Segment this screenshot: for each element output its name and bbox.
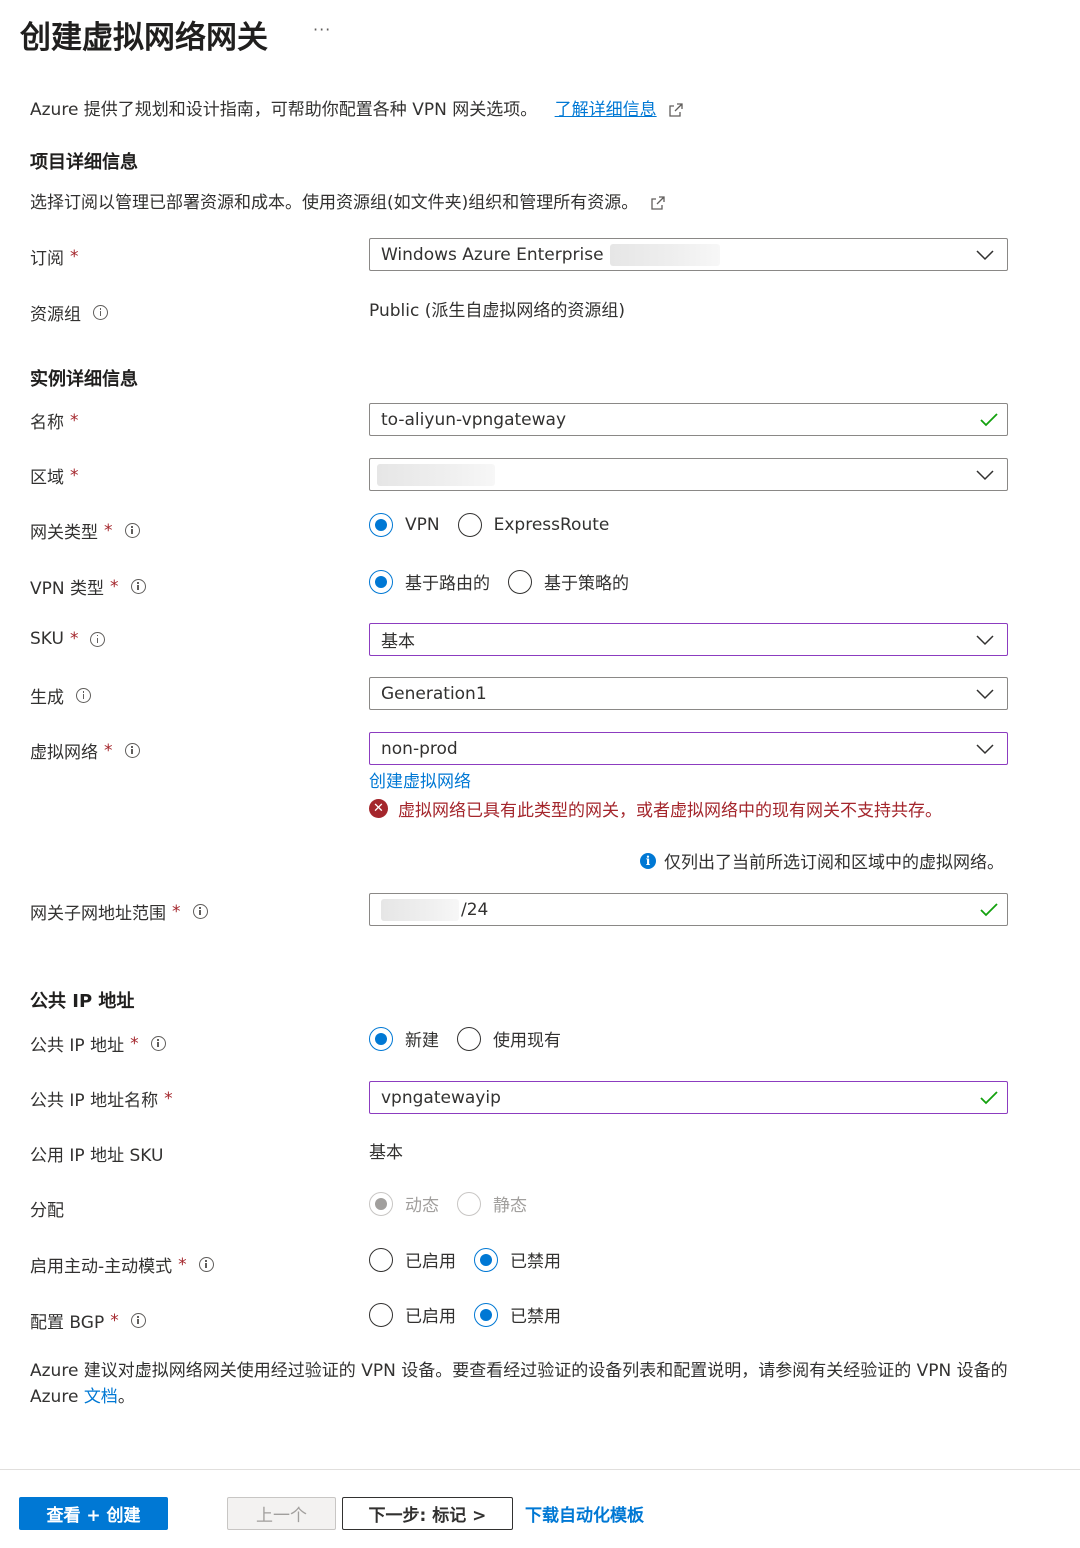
sku-dropdown[interactable]: 基本 xyxy=(369,623,1008,656)
info-icon[interactable] xyxy=(90,631,106,647)
intro-line: Azure 提供了规划和设计指南，可帮助你配置各种 VPN 网关选项。 了解详细… xyxy=(30,95,684,120)
info-icon[interactable] xyxy=(130,579,146,594)
radio-route-based[interactable] xyxy=(369,569,393,594)
radio-bgp-enabled[interactable] xyxy=(369,1302,393,1327)
radio-expressroute[interactable] xyxy=(457,513,482,537)
radio-create-new[interactable] xyxy=(369,1026,393,1051)
radio-active-disabled[interactable] xyxy=(474,1247,498,1272)
redacted-text xyxy=(381,898,459,921)
page-title: 创建虚拟网络网关 xyxy=(20,20,268,56)
radio-vpn[interactable] xyxy=(369,513,393,537)
info-icon[interactable] xyxy=(76,688,91,703)
radio-bgp-disabled[interactable] xyxy=(474,1302,498,1327)
info-icon[interactable] xyxy=(150,1036,166,1051)
gateway-type-label: 网关类型 * xyxy=(30,518,140,543)
project-description: 选择订阅以管理已部署资源和成本。使用资源组(如文件夹)组织和管理所有资源。 xyxy=(30,193,639,213)
external-link-icon xyxy=(669,103,683,117)
checkmark-icon xyxy=(980,1091,998,1105)
gateway-type-radio-group: VPN ExpressRoute xyxy=(369,513,627,537)
info-icon[interactable] xyxy=(198,1257,214,1272)
assignment-radio-group: 动态 静态 xyxy=(369,1191,545,1216)
info-icon[interactable] xyxy=(124,523,140,538)
active-active-radio-group: 已启用 已禁用 xyxy=(369,1247,579,1272)
sku-label: SKU * xyxy=(30,629,106,649)
public-ip-sku-label: 公用 IP 地址 SKU xyxy=(30,1146,164,1166)
vnet-info-note: i 仅列出了当前所选订阅和区域中的虚拟网络。 xyxy=(640,848,1004,873)
info-filled-icon: i xyxy=(640,852,656,869)
chevron-down-icon xyxy=(976,635,994,646)
active-active-label: 启用主动-主动模式 * xyxy=(30,1252,214,1277)
vpn-type-radio-group: 基于路由的 基于策略的 xyxy=(369,569,647,594)
radio-active-enabled[interactable] xyxy=(369,1247,393,1272)
public-ip-heading: 公共 IP 地址 xyxy=(30,991,135,1012)
download-template-link[interactable]: 下载自动化模板 xyxy=(525,1497,644,1530)
checkmark-icon xyxy=(980,413,998,427)
recommendation-text: Azure 建议对虚拟网络网关使用经过验证的 VPN 设备。要查看经过验证的设备… xyxy=(30,1361,1008,1407)
next-tags-button[interactable]: 下一步: 标记 > xyxy=(342,1497,513,1530)
radio-static[interactable] xyxy=(457,1191,481,1216)
vpn-type-label: VPN 类型 * xyxy=(30,574,146,599)
redacted-text xyxy=(609,243,720,266)
vnet-dropdown[interactable]: non-prod xyxy=(369,732,1008,765)
public-ip-name-input[interactable]: vpngatewayip xyxy=(369,1081,1008,1114)
public-ip-sku-value: 基本 xyxy=(369,1143,403,1163)
chevron-down-icon xyxy=(976,744,994,755)
subnet-range-label: 网关子网地址范围 * xyxy=(30,899,208,924)
project-details-heading: 项目详细信息 xyxy=(30,152,138,173)
instance-details-heading: 实例详细信息 xyxy=(30,369,138,390)
public-ip-label: 公共 IP 地址 * xyxy=(30,1031,166,1056)
gateway-name-input[interactable]: to-aliyun-vpngateway xyxy=(369,403,1008,436)
info-icon[interactable] xyxy=(192,904,208,919)
radio-policy-based[interactable] xyxy=(508,569,532,594)
review-create-button[interactable]: 查看 + 创建 xyxy=(19,1497,168,1530)
region-dropdown[interactable] xyxy=(369,458,1008,491)
previous-button[interactable]: 上一个 xyxy=(227,1497,336,1530)
docs-link[interactable]: 文档 xyxy=(84,1387,118,1407)
resource-group-label: 资源组 xyxy=(30,300,108,325)
public-ip-radio-group: 新建 使用现有 xyxy=(369,1026,579,1051)
info-icon[interactable] xyxy=(130,1313,146,1328)
vnet-label: 虚拟网络 * xyxy=(30,738,140,763)
info-icon[interactable] xyxy=(124,743,140,758)
external-link-icon[interactable] xyxy=(650,195,666,211)
subscription-label: 订阅 * xyxy=(30,246,79,270)
footer-bar: 查看 + 创建 上一个 下一步: 标记 > 下载自动化模板 xyxy=(0,1469,1080,1548)
public-ip-name-label: 公共 IP 地址名称 * xyxy=(30,1088,173,1112)
chevron-down-icon xyxy=(976,689,994,700)
info-icon[interactable] xyxy=(93,305,108,320)
name-label: 名称 * xyxy=(30,410,79,434)
vnet-error-message: ✕ 虚拟网络已具有此类型的网关，或者虚拟网络中的现有网关不支持共存。 xyxy=(369,796,942,821)
resource-group-value: Public (派生自虚拟网络的资源组) xyxy=(369,301,625,321)
error-icon: ✕ xyxy=(369,799,388,818)
project-description-line: 选择订阅以管理已部署资源和成本。使用资源组(如文件夹)组织和管理所有资源。 xyxy=(30,188,666,213)
chevron-down-icon xyxy=(976,470,994,481)
intro-text: Azure 提供了规划和设计指南，可帮助你配置各种 VPN 网关选项。 xyxy=(30,100,538,120)
subnet-range-input[interactable]: /24 xyxy=(369,893,1008,926)
assignment-label: 分配 xyxy=(30,1201,64,1221)
generation-label: 生成 xyxy=(30,683,91,708)
bgp-label: 配置 BGP * xyxy=(30,1308,146,1333)
radio-use-existing[interactable] xyxy=(457,1026,481,1051)
more-options-button[interactable]: ··· xyxy=(313,20,331,39)
bgp-radio-group: 已启用 已禁用 xyxy=(369,1302,579,1327)
subscription-dropdown[interactable]: Windows Azure Enterprise xyxy=(369,238,1008,271)
checkmark-icon xyxy=(980,903,998,917)
generation-dropdown[interactable]: Generation1 xyxy=(369,677,1008,710)
learn-more-link[interactable]: 了解详细信息 xyxy=(555,100,657,120)
create-vnet-link[interactable]: 创建虚拟网络 xyxy=(369,767,471,792)
region-label: 区域 * xyxy=(30,465,79,489)
radio-dynamic[interactable] xyxy=(369,1191,393,1216)
chevron-down-icon xyxy=(976,250,994,261)
redacted-text xyxy=(377,463,495,486)
